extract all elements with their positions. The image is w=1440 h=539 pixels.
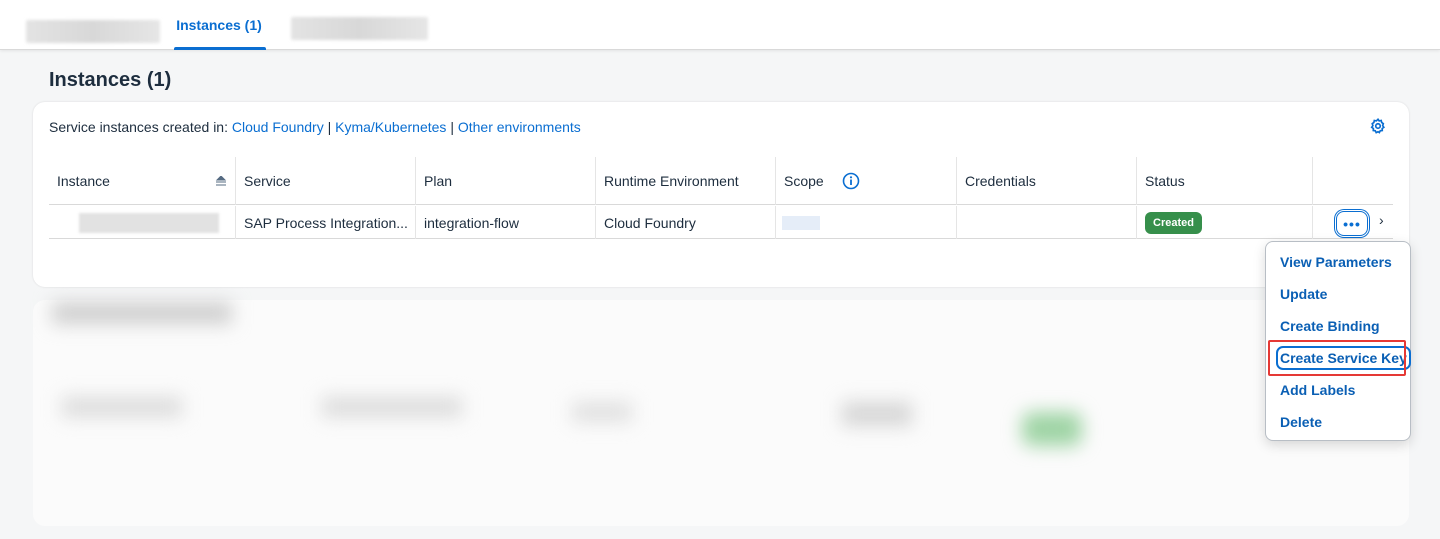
cell-plan: integration-flow (416, 206, 596, 239)
tab-blurred-2[interactable] (291, 17, 428, 40)
cell-scope (776, 206, 957, 239)
col-header-instance[interactable]: Instance (49, 157, 236, 205)
table-header: Instance Service Plan Runtime Environmen… (49, 157, 1393, 205)
menu-item-label: Update (1280, 286, 1328, 302)
blurred-content (22, 302, 1402, 522)
col-header-actions (1313, 157, 1393, 205)
link-cloud-foundry[interactable]: Cloud Foundry (232, 119, 324, 135)
col-header-credentials[interactable]: Credentials (957, 157, 1137, 205)
col-header-label: Instance (57, 173, 110, 189)
menu-item-label: Create Binding (1280, 318, 1380, 334)
col-header-scope[interactable]: Scope (776, 157, 957, 205)
actions-menu: View Parameters Update Create Binding Cr… (1265, 241, 1411, 441)
separator: | (450, 119, 454, 135)
col-header-plan[interactable]: Plan (416, 157, 596, 205)
menu-item-label: View Parameters (1280, 254, 1392, 270)
menu-item-add-labels[interactable]: Add Labels (1266, 374, 1410, 406)
menu-item-view-parameters[interactable]: View Parameters (1266, 246, 1410, 278)
cell-service: SAP Process Integration... (236, 206, 416, 239)
col-header-service[interactable]: Service (236, 157, 416, 205)
col-header-status[interactable]: Status (1137, 157, 1313, 205)
menu-item-create-binding[interactable]: Create Binding (1266, 310, 1410, 342)
link-other-environments[interactable]: Other environments (458, 119, 581, 135)
cell-credentials (957, 206, 1137, 239)
menu-item-label: Delete (1280, 414, 1323, 430)
menu-item-label: Create Service Key (1276, 346, 1411, 370)
instances-card: Service instances created in: Cloud Foun… (33, 102, 1409, 287)
created-in-prefix: Service instances created in: (49, 119, 228, 135)
separator: | (327, 119, 332, 135)
sort-icon[interactable] (215, 176, 227, 186)
link-kyma-kubernetes[interactable]: Kyma/Kubernetes (335, 119, 446, 135)
menu-item-create-service-key[interactable]: Create Service Key (1266, 342, 1411, 374)
table-row[interactable]: SAP Process Integration... integration-f… (49, 206, 1393, 239)
status-badge: Created (1145, 211, 1202, 234)
cell-instance (49, 206, 236, 239)
page-title: Instances (1) (49, 69, 172, 91)
created-in-text: Service instances created in: Cloud Foun… (49, 119, 581, 135)
instance-name-blurred (79, 212, 219, 233)
tab-bar: Instances (1) (0, 0, 1440, 50)
gear-icon[interactable] (1369, 117, 1387, 135)
cell-runtime: Cloud Foundry (596, 206, 776, 239)
tab-instances[interactable]: Instances (1) (170, 0, 268, 50)
menu-item-delete[interactable]: Delete (1266, 406, 1410, 438)
menu-item-label: Add Labels (1280, 382, 1356, 398)
more-actions-button[interactable]: ••• (1336, 211, 1368, 236)
menu-item-update[interactable]: Update (1266, 278, 1410, 310)
col-header-runtime[interactable]: Runtime Environment (596, 157, 776, 205)
chevron-right-icon[interactable]: › (1379, 212, 1384, 228)
tab-blurred-1[interactable] (26, 20, 160, 43)
scope-blurred (782, 215, 820, 230)
info-icon[interactable] (842, 172, 860, 190)
cell-status: Created (1137, 206, 1313, 239)
col-header-label: Scope (784, 173, 824, 189)
